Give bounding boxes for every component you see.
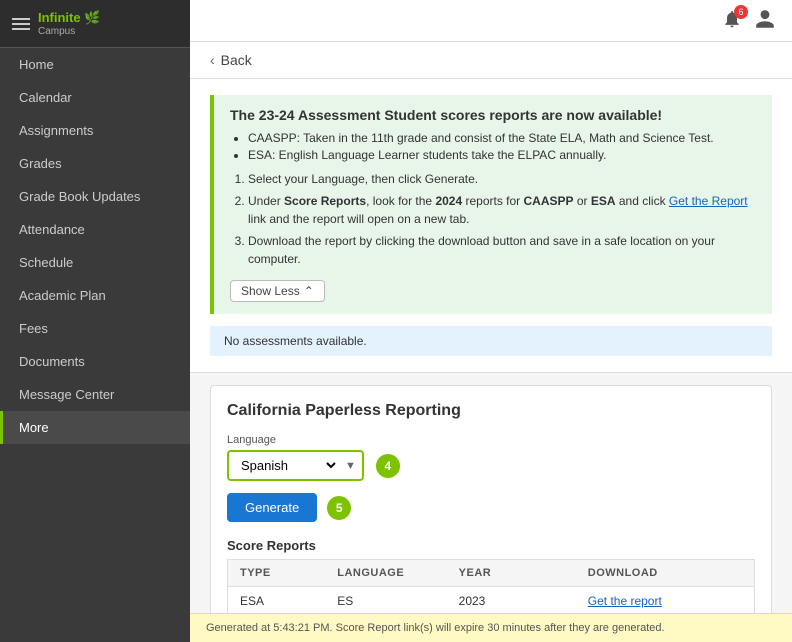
sidebar-item-home[interactable]: Home xyxy=(0,48,190,81)
sidebar-item-assignments[interactable]: Assignments xyxy=(0,114,190,147)
cell-type: ESA xyxy=(228,587,326,616)
alert-section: The 23-24 Assessment Student scores repo… xyxy=(190,79,792,373)
section-title: California Paperless Reporting xyxy=(227,402,755,420)
footer-notice: Generated at 5:43:21 PM. Score Report li… xyxy=(190,613,792,642)
main-area: 6 ‹ Back The 23-24 Assessment Student sc… xyxy=(190,0,792,642)
user-avatar-icon[interactable] xyxy=(754,8,776,33)
cell-year: 2023 xyxy=(447,587,576,616)
alert-step-2: Under Score Reports, look for the 2024 r… xyxy=(248,192,756,228)
back-label: Back xyxy=(221,52,252,68)
sidebar-item-more[interactable]: More xyxy=(0,411,190,444)
notification-badge: 6 xyxy=(734,5,748,19)
select-arrow-icon: ▼ xyxy=(339,455,362,477)
language-select-wrap: English Spanish ▼ xyxy=(227,450,364,481)
table-row: ESAES2023 Get the report xyxy=(228,587,755,616)
score-reports-title: Score Reports xyxy=(227,538,755,553)
language-select[interactable]: English Spanish xyxy=(229,452,339,479)
alert-step-1: Select your Language, then click Generat… xyxy=(248,170,756,188)
alert-steps: Select your Language, then click Generat… xyxy=(230,170,756,268)
language-row: English Spanish ▼ 4 xyxy=(227,450,755,481)
sidebar-item-message-center[interactable]: Message Center xyxy=(0,378,190,411)
sidebar-item-documents[interactable]: Documents xyxy=(0,345,190,378)
topbar: 6 xyxy=(190,0,792,42)
content-area: ‹ Back The 23-24 Assessment Student scor… xyxy=(190,42,792,642)
sidebar-item-fees[interactable]: Fees xyxy=(0,312,190,345)
generate-button[interactable]: Generate xyxy=(227,493,317,522)
generate-row: Generate 5 xyxy=(227,493,755,522)
hamburger-icon[interactable] xyxy=(12,18,30,30)
alert-bullet-caaspp: CAASPP: Taken in the 11th grade and cons… xyxy=(248,131,756,145)
col-year: YEAR xyxy=(447,560,576,587)
sidebar-nav: Home Calendar Assignments Grades Grade B… xyxy=(0,48,190,642)
back-button[interactable]: ‹ Back xyxy=(190,42,792,79)
sidebar-item-calendar[interactable]: Calendar xyxy=(0,81,190,114)
sidebar: Infinite 🌿 Campus Home Calendar Assignme… xyxy=(0,0,190,642)
alert-title: The 23-24 Assessment Student scores repo… xyxy=(230,107,756,123)
get-report-link[interactable]: Get the report xyxy=(588,594,662,608)
alert-bullet-esa: ESA: English Language Learner students t… xyxy=(248,148,756,162)
alert-step-3: Download the report by clicking the down… xyxy=(248,232,756,268)
logo: Infinite 🌿 Campus xyxy=(38,10,100,37)
sidebar-item-attendance[interactable]: Attendance xyxy=(0,213,190,246)
sidebar-item-gradebook-updates[interactable]: Grade Book Updates xyxy=(0,180,190,213)
col-download: DOWNLOAD xyxy=(576,560,755,587)
col-language: LANGUAGE xyxy=(325,560,446,587)
sidebar-item-academic-plan[interactable]: Academic Plan xyxy=(0,279,190,312)
sidebar-header: Infinite 🌿 Campus xyxy=(0,0,190,48)
sidebar-item-grades[interactable]: Grades xyxy=(0,147,190,180)
show-less-button[interactable]: Show Less ⌃ xyxy=(230,280,325,302)
no-assessments-notice: No assessments available. xyxy=(210,326,772,356)
cell-language: ES xyxy=(325,587,446,616)
cell-download: Get the report xyxy=(576,587,755,616)
table-header-row: TYPE LANGUAGE YEAR DOWNLOAD xyxy=(228,560,755,587)
language-label: Language xyxy=(227,434,755,446)
alert-box: The 23-24 Assessment Student scores repo… xyxy=(210,95,772,314)
step-5-badge: 5 xyxy=(327,496,351,520)
california-reporting-section: California Paperless Reporting Language … xyxy=(210,385,772,642)
sidebar-item-schedule[interactable]: Schedule xyxy=(0,246,190,279)
back-chevron-icon: ‹ xyxy=(210,52,215,68)
get-report-link[interactable]: Get the Report xyxy=(669,194,748,208)
step-4-badge: 4 xyxy=(376,454,400,478)
col-type: TYPE xyxy=(228,560,326,587)
alert-bullets: CAASPP: Taken in the 11th grade and cons… xyxy=(230,131,756,162)
notification-icon[interactable]: 6 xyxy=(722,9,742,32)
